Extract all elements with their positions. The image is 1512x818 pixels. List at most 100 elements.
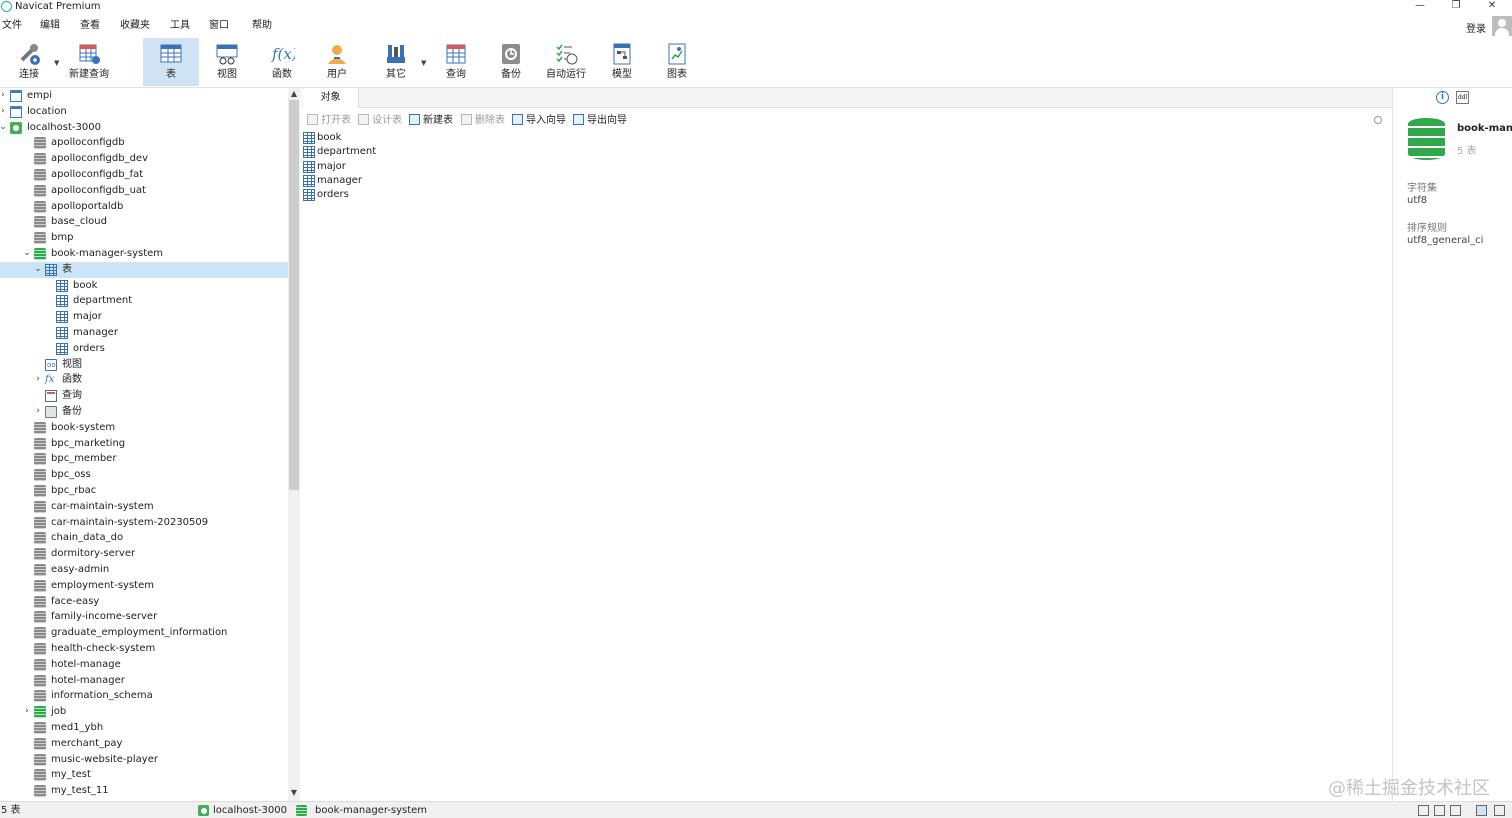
- tree-item[interactable]: family-income-server: [0, 609, 288, 625]
- tree-item[interactable]: hotel-manager: [0, 673, 288, 689]
- menu-help[interactable]: 帮助: [252, 20, 272, 32]
- menu-favorites[interactable]: 收藏夹: [120, 20, 150, 32]
- tree-item[interactable]: ⌄ localhost-3000: [0, 120, 288, 136]
- design-table-button[interactable]: 设计表: [358, 114, 402, 128]
- chevron-right-icon[interactable]: ›: [33, 404, 43, 420]
- tree-item[interactable]: 查询: [0, 388, 288, 404]
- import-wizard-button[interactable]: 导入向导: [512, 114, 566, 128]
- query-button[interactable]: 查询: [428, 38, 484, 86]
- tree-item[interactable]: employment-system: [0, 578, 288, 594]
- automation-button[interactable]: 自动运行: [538, 38, 594, 86]
- login-link[interactable]: 登录: [1466, 20, 1486, 35]
- model-button[interactable]: 模型: [594, 38, 650, 86]
- tree-item[interactable]: bmp: [0, 230, 288, 246]
- detail-view-icon[interactable]: [1450, 805, 1461, 816]
- tree-item[interactable]: music-website-player: [0, 752, 288, 768]
- connection-button[interactable]: 连接: [1, 38, 57, 86]
- other-button[interactable]: 其它: [368, 38, 424, 86]
- function-button[interactable]: f(x) 函数: [254, 38, 310, 86]
- menu-file[interactable]: 文件: [2, 20, 22, 32]
- tree-item[interactable]: › job: [0, 704, 288, 720]
- info-pane-toggle-icon[interactable]: [1476, 805, 1487, 816]
- tree-item[interactable]: apolloconfigdb_dev: [0, 151, 288, 167]
- tree-item[interactable]: bpc_member: [0, 451, 288, 467]
- scroll-up-icon[interactable]: ▲: [288, 89, 300, 98]
- tree-item[interactable]: merchant_pay: [0, 736, 288, 752]
- tree-item[interactable]: bpc_oss: [0, 467, 288, 483]
- tree-item[interactable]: chain_data_do: [0, 530, 288, 546]
- list-view-icon[interactable]: [1434, 805, 1445, 816]
- chart-button[interactable]: 图表: [649, 38, 705, 86]
- tree-item[interactable]: apolloconfigdb: [0, 135, 288, 151]
- tree-item[interactable]: › fx 函数: [0, 372, 288, 388]
- tree-item[interactable]: health-check-system: [0, 641, 288, 657]
- tree-item[interactable]: › empi: [0, 88, 288, 104]
- table-button[interactable]: 表: [143, 38, 199, 86]
- ddl-icon[interactable]: ddl: [1456, 91, 1469, 104]
- export-wizard-button[interactable]: 导出向导: [573, 114, 627, 128]
- menu-window[interactable]: 窗口: [209, 20, 229, 32]
- tree-item[interactable]: department: [0, 293, 288, 309]
- tree-item-label: bpc_oss: [51, 469, 91, 481]
- tree-item[interactable]: apolloconfigdb_fat: [0, 167, 288, 183]
- view-button[interactable]: 视图: [199, 38, 255, 86]
- tree-item[interactable]: 视图: [0, 357, 288, 373]
- chevron-down-icon[interactable]: ⌄: [0, 120, 8, 136]
- tree-item[interactable]: my_test_11: [0, 783, 288, 799]
- tab-objects[interactable]: 对象: [303, 88, 359, 108]
- tree-item[interactable]: face-easy: [0, 594, 288, 610]
- chevron-right-icon[interactable]: ›: [0, 88, 8, 104]
- tree-item[interactable]: dormitory-server: [0, 546, 288, 562]
- tree-item[interactable]: med1_ybh: [0, 720, 288, 736]
- tree-item[interactable]: book-system: [0, 420, 288, 436]
- scroll-down-icon[interactable]: ▼: [288, 788, 300, 797]
- grid-view-icon[interactable]: [1418, 805, 1429, 816]
- tree-item[interactable]: information_schema: [0, 688, 288, 704]
- tree-item[interactable]: graduate_employment_information: [0, 625, 288, 641]
- tree-item[interactable]: bpc_rbac: [0, 483, 288, 499]
- tree-item[interactable]: manager: [0, 325, 288, 341]
- delete-table-button[interactable]: 删除表: [461, 114, 505, 128]
- chevron-down-icon[interactable]: ⌄: [22, 246, 32, 262]
- tree-item[interactable]: ⌄ 表: [0, 261, 288, 278]
- user-button[interactable]: 用户: [309, 38, 365, 86]
- info-icon[interactable]: i: [1436, 91, 1449, 104]
- chevron-right-icon[interactable]: ›: [0, 104, 8, 120]
- menu-tools[interactable]: 工具: [170, 20, 190, 32]
- tree-item[interactable]: › 备份: [0, 404, 288, 420]
- avatar[interactable]: [1492, 16, 1512, 36]
- menu-edit[interactable]: 编辑: [40, 20, 60, 32]
- tree-item[interactable]: ⌄ book-manager-system: [0, 246, 288, 262]
- new-table-button[interactable]: 新建表: [409, 114, 453, 128]
- close-button[interactable]: ✕: [1480, 0, 1504, 13]
- title-bar: Navicat Premium — ❐ ✕: [0, 0, 1512, 14]
- restore-button[interactable]: ❐: [1444, 0, 1468, 13]
- chevron-right-icon[interactable]: ›: [22, 704, 32, 720]
- tree-item[interactable]: car-maintain-system-20230509: [0, 515, 288, 531]
- tree-item[interactable]: apolloconfigdb_uat: [0, 183, 288, 199]
- tree-item[interactable]: apolloportaldb: [0, 199, 288, 215]
- scrollbar-thumb[interactable]: [289, 100, 299, 490]
- connection-dropdown-icon[interactable]: ▼: [54, 59, 59, 67]
- tree-item[interactable]: orders: [0, 341, 288, 357]
- tree-item[interactable]: hotel-manage: [0, 657, 288, 673]
- search-icon[interactable]: [1374, 116, 1382, 124]
- minimize-button[interactable]: —: [1408, 0, 1432, 13]
- split-pane-toggle-icon[interactable]: [1494, 805, 1505, 816]
- chevron-right-icon[interactable]: ›: [33, 372, 43, 388]
- backup-button[interactable]: 备份: [483, 38, 539, 86]
- new-query-button[interactable]: 新建查询: [61, 38, 117, 86]
- tree-item[interactable]: easy-admin: [0, 562, 288, 578]
- tree-item[interactable]: › location: [0, 104, 288, 120]
- tree-item[interactable]: major: [0, 309, 288, 325]
- tree-item[interactable]: my_test: [0, 767, 288, 783]
- other-dropdown-icon[interactable]: ▼: [421, 59, 426, 67]
- tree-scrollbar[interactable]: ▲ ▼: [288, 88, 300, 801]
- menu-view[interactable]: 查看: [80, 20, 100, 32]
- tree-item[interactable]: car-maintain-system: [0, 499, 288, 515]
- tree-item[interactable]: base_cloud: [0, 214, 288, 230]
- open-table-button[interactable]: 打开表: [307, 114, 351, 128]
- tree-item[interactable]: bpc_marketing: [0, 436, 288, 452]
- chevron-down-icon[interactable]: ⌄: [33, 262, 43, 278]
- tree-item[interactable]: book: [0, 278, 288, 294]
